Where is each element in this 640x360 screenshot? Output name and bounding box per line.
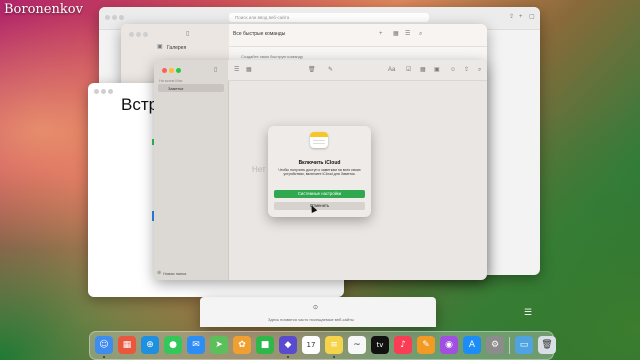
minimize-button[interactable] [112,15,117,20]
dock-separator [509,337,510,354]
sidebar-header: На моем Mac [159,79,183,83]
dialog-title: Включить iCloud [298,160,341,166]
minimize-button[interactable] [136,32,141,37]
checklist-icon[interactable]: ☑ [406,67,411,73]
dock-appletv-icon[interactable]: tv [371,336,389,354]
running-indicator [103,356,105,358]
dock-messages-icon[interactable]: ● [164,336,182,354]
dock-music-icon[interactable]: ♪ [394,336,412,354]
frequently-visited-text: Здесь появятся часто посещаемые веб-сайт… [268,317,354,322]
collaborate-icon[interactable]: ☺ [450,67,456,73]
dock-pages-icon[interactable]: ✎ [417,336,435,354]
sliders-icon[interactable]: ☰ [524,308,532,317]
dock-appstore-icon[interactable]: A [463,336,481,354]
shortcuts-toolbar: Все быстрые команды + ▦ ☰ ⌕ [229,24,487,47]
gallery-view-icon[interactable]: ▦ [246,67,252,73]
media-icon[interactable]: ▣ [434,67,440,73]
dock: ☺ ▦ ⊕ ● ✉ ➤ ✿ ■ ◆ 17 ≡ ~ tv ♪ ✎ ◉ A ⚙ ▭ 🗑 [89,331,556,360]
close-button[interactable] [105,15,110,20]
dock-settings-icon[interactable]: ⚙ [486,336,504,354]
dock-freeform-icon[interactable]: ~ [348,336,366,354]
notes-app-icon [310,132,328,148]
zoom-button[interactable] [176,68,181,73]
list-view-icon[interactable]: ☰ [405,31,410,37]
dock-notes-icon[interactable]: ≡ [325,336,343,354]
share-icon[interactable]: ⇪ [464,67,469,73]
document-text: Встр [121,95,159,114]
dock-downloads-icon[interactable]: ▭ [515,336,533,354]
format-icon[interactable]: Aa [388,67,395,73]
shortcuts-title: Все быстрые команды [233,31,286,37]
dock-podcasts-icon[interactable]: ◉ [440,336,458,354]
minimize-button[interactable] [169,68,174,73]
sidebar-toggle-icon[interactable]: ▯ [214,67,217,73]
add-icon[interactable]: + [379,31,383,37]
notes-sidebar: ▯ На моем Mac Заметки ⊕ Новая папка [154,60,229,280]
dock-mail-icon[interactable]: ✉ [187,336,205,354]
dialog-message: Чтобы получить доступ к заметкам на всех… [278,168,361,177]
new-tab-icon[interactable]: + [519,14,523,20]
dock-launchpad-icon[interactable]: ▦ [118,336,136,354]
close-button[interactable] [162,68,167,73]
icloud-dialog: Включить iCloud Чтобы получить доступ к … [268,126,371,217]
grid-view-icon[interactable]: ▦ [393,31,399,37]
close-button[interactable] [94,89,99,94]
dock-shortcuts-icon[interactable]: ◆ [279,336,297,354]
new-folder-icon[interactable]: ⊕ [157,271,161,276]
dock-photos-icon[interactable]: ✿ [233,336,251,354]
sidebar-toggle-icon[interactable]: ▯ [186,31,189,37]
dock-facetime-icon[interactable]: ■ [256,336,274,354]
running-indicator [287,356,289,358]
running-indicator [333,356,335,358]
zoom-button[interactable] [143,32,148,37]
sidebar-item-label: Заметки [168,85,184,91]
notes-list [228,80,229,280]
address-placeholder: Поиск или ввод веб-сайта [235,15,290,20]
cancel-button[interactable]: Отменить [274,202,365,210]
tab-overview-icon[interactable]: ▢ [529,14,535,20]
address-bar[interactable]: Поиск или ввод веб-сайта [229,13,429,22]
empty-notes-text: Нет [252,165,266,174]
minimize-button[interactable] [101,89,106,94]
dock-finder-icon[interactable]: ☺ [95,336,113,354]
compose-icon[interactable]: ✎ [328,67,333,73]
zoom-button[interactable] [108,89,113,94]
dock-maps-icon[interactable]: ➤ [210,336,228,354]
dock-trash-icon[interactable]: 🗑 [538,336,556,354]
table-icon[interactable]: ▦ [420,67,426,73]
notes-toolbar: ☰ ▦ 🗑 ✎ Aa ☑ ▦ ▣ ☺ ⇪ ⌕ [228,60,487,81]
close-button[interactable] [129,32,134,37]
sidebar-item-notes[interactable]: Заметки [158,84,224,92]
clock-icon: ⊙ [313,305,319,311]
system-settings-button[interactable]: Системные настройки [274,190,365,198]
new-folder-button[interactable]: Новая папка [163,271,186,276]
list-view-icon[interactable]: ☰ [234,67,239,73]
dock-safari-icon[interactable]: ⊕ [141,336,159,354]
search-icon[interactable]: ⌕ [478,67,481,73]
delete-icon[interactable]: 🗑 [308,67,316,73]
dock-calendar-icon[interactable]: 17 [302,336,320,354]
search-icon[interactable]: ⌕ [419,31,422,37]
safari-newtab-window[interactable]: ⊙ Здесь появятся часто посещаемые веб-са… [200,297,436,327]
share-icon[interactable]: ⇪ [509,14,514,20]
sidebar-item-gallery[interactable]: Галерея [167,45,186,51]
gallery-icon: ▣ [157,44,163,50]
watermark: Boronenkov [4,2,83,17]
create-shortcut-tile[interactable]: Создайте свою быструю команду [241,54,303,59]
zoom-button[interactable] [119,15,124,20]
